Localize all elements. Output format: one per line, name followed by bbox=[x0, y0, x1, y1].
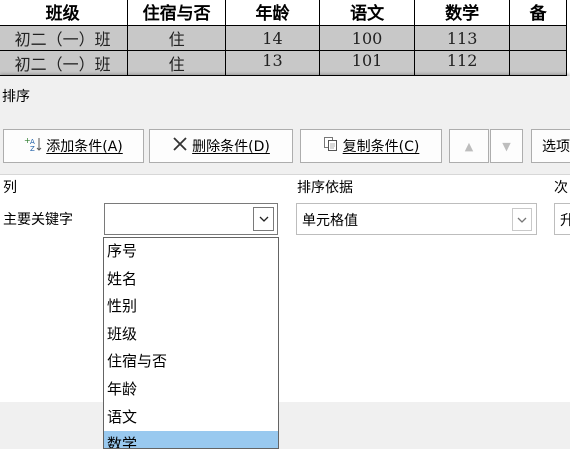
sheet-cell[interactable]: 住 bbox=[127, 50, 226, 76]
sheet-cell[interactable]: 13 bbox=[224, 50, 321, 76]
sort-on-value: 单元格值 bbox=[302, 213, 358, 229]
column-option[interactable]: 年龄 bbox=[104, 376, 278, 404]
sheet-cell[interactable]: 初二（一）班 bbox=[0, 25, 129, 51]
column-option[interactable]: 住宿与否 bbox=[104, 348, 278, 376]
options-label: 选项 bbox=[542, 139, 570, 155]
up-arrow-icon: ▲ bbox=[464, 139, 474, 153]
copy-condition-button[interactable]: 复制条件(C) bbox=[300, 129, 442, 163]
column-select[interactable] bbox=[104, 203, 278, 235]
sheet-header-cell[interactable]: 备 bbox=[509, 0, 567, 26]
primary-key-label: 主要关键字 bbox=[3, 212, 73, 228]
order-value: 升 bbox=[560, 213, 570, 229]
delete-x-icon bbox=[172, 136, 188, 156]
spreadsheet-background: 班级 住宿与否 年龄 语文 数学 备 初二（一）班 住 14 100 113 初… bbox=[0, 0, 570, 76]
sheet-cell[interactable]: 113 bbox=[414, 25, 511, 51]
column-option[interactable]: 性别 bbox=[104, 293, 278, 321]
sheet-cell[interactable]: 100 bbox=[319, 25, 416, 51]
chevron-down-icon[interactable] bbox=[512, 208, 532, 231]
sheet-row: 初二（一）班 住 13 101 112 bbox=[0, 50, 567, 76]
add-condition-button[interactable]: + A Z 添加条件(A) bbox=[3, 129, 144, 163]
column-dropdown-list: 序号 姓名 性别 班级 住宿与否 年龄 语文 数学 bbox=[103, 237, 279, 449]
order-header: 次 bbox=[554, 180, 568, 196]
sheet-cell[interactable]: 112 bbox=[414, 50, 511, 76]
delete-condition-label: 删除条件(D) bbox=[192, 139, 270, 155]
copy-condition-label: 复制条件(C) bbox=[342, 139, 420, 155]
sheet-header-cell[interactable]: 住宿与否 bbox=[127, 0, 226, 26]
dialog-title: 排序 bbox=[2, 89, 30, 105]
sheet-cell[interactable]: 住 bbox=[127, 25, 226, 51]
svg-text:Z: Z bbox=[30, 145, 35, 152]
sheet-row: 初二（一）班 住 14 100 113 bbox=[0, 25, 567, 51]
sort-dialog: 排序 + A Z 添加条件(A) 删除条件(D) 复制条件(C) ▲ ▼ 选项 … bbox=[0, 76, 570, 449]
add-level-icon: + A Z bbox=[24, 136, 42, 156]
sort-on-select[interactable]: 单元格值 bbox=[296, 203, 537, 235]
sheet-header-cell[interactable]: 班级 bbox=[0, 0, 129, 26]
sheet-cell[interactable]: 初二（一）班 bbox=[0, 50, 129, 76]
sheet-header-row: 班级 住宿与否 年龄 语文 数学 备 bbox=[0, 0, 567, 26]
column-option[interactable]: 姓名 bbox=[104, 266, 278, 294]
sheet-cell[interactable]: 101 bbox=[319, 50, 416, 76]
sheet-header-cell[interactable]: 语文 bbox=[319, 0, 416, 26]
sheet-header-cell[interactable]: 数学 bbox=[414, 0, 511, 26]
add-condition-label: 添加条件(A) bbox=[46, 139, 123, 155]
sheet-table: 班级 住宿与否 年龄 语文 数学 备 初二（一）班 住 14 100 113 初… bbox=[0, 0, 567, 76]
sheet-cell[interactable] bbox=[509, 25, 567, 51]
column-option[interactable]: 语文 bbox=[104, 404, 278, 432]
order-select[interactable]: 升 bbox=[554, 203, 570, 235]
move-up-button[interactable]: ▲ bbox=[449, 129, 489, 163]
sheet-header-cell[interactable]: 年龄 bbox=[224, 0, 321, 26]
sheet-cell[interactable] bbox=[509, 50, 567, 76]
column-option[interactable]: 班级 bbox=[104, 321, 278, 349]
copy-icon bbox=[323, 136, 339, 156]
grid-top-border bbox=[0, 174, 570, 175]
column-option[interactable]: 序号 bbox=[104, 238, 278, 266]
delete-condition-button[interactable]: 删除条件(D) bbox=[149, 129, 293, 163]
down-arrow-icon: ▼ bbox=[502, 139, 511, 153]
move-down-button[interactable]: ▼ bbox=[490, 129, 523, 163]
column-option-highlighted[interactable]: 数学 bbox=[104, 431, 278, 448]
options-button[interactable]: 选项 bbox=[531, 129, 570, 163]
sheet-cell[interactable]: 14 bbox=[224, 25, 321, 51]
column-header: 列 bbox=[3, 180, 17, 196]
sort-on-header: 排序依据 bbox=[297, 180, 353, 196]
chevron-down-icon[interactable] bbox=[253, 207, 274, 231]
